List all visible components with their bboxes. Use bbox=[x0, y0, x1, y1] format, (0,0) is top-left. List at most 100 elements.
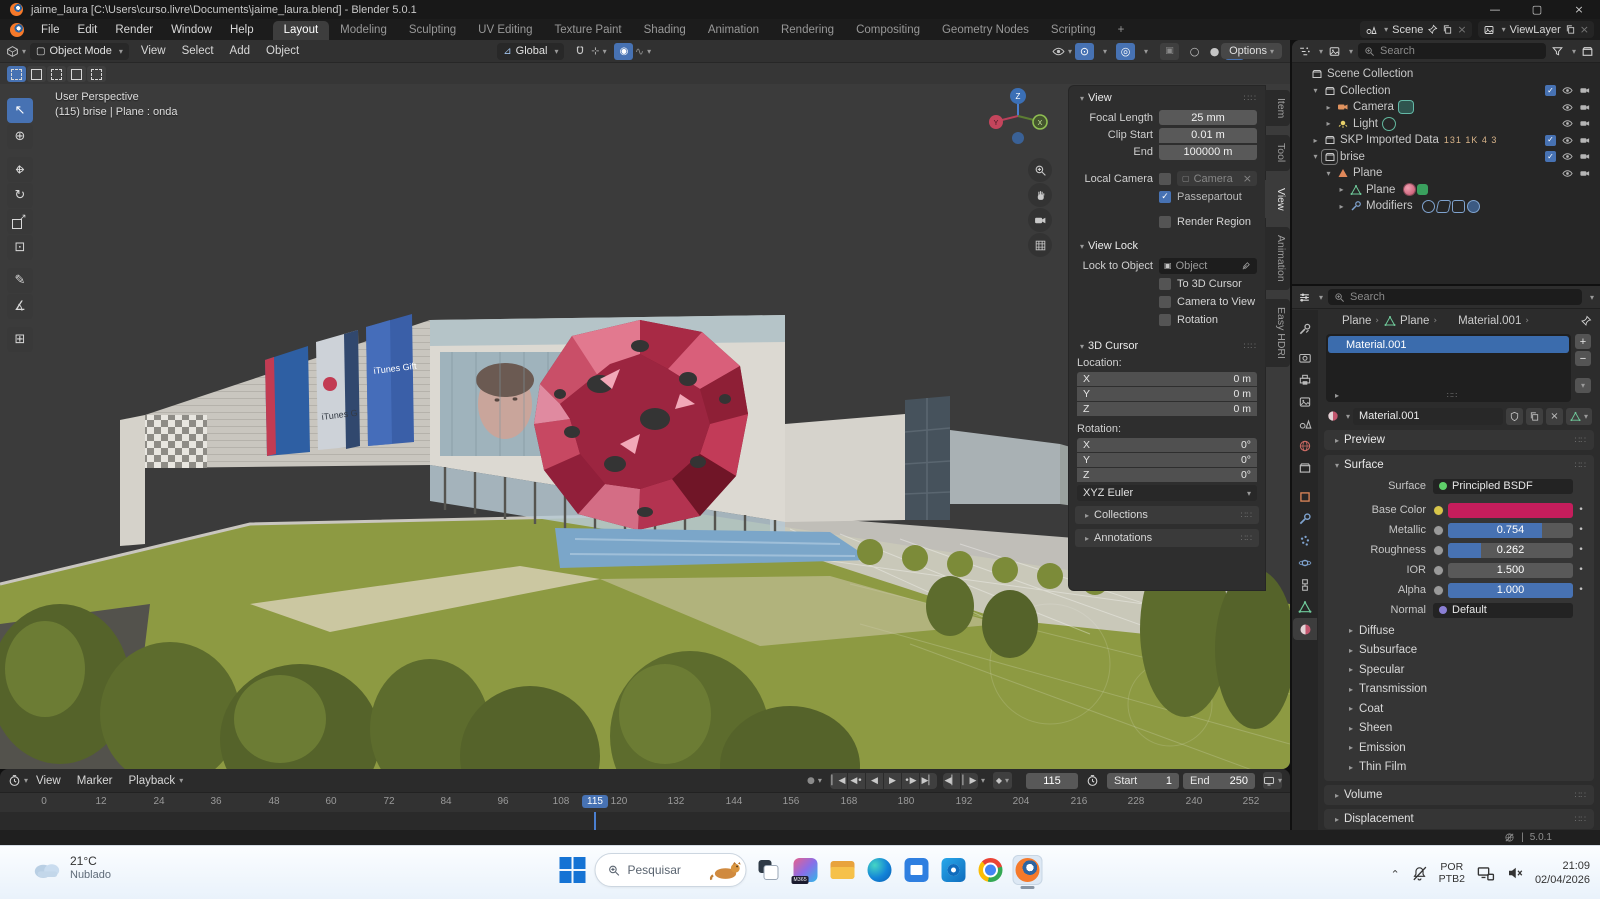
proportional-editing-toggle[interactable]: ◉ bbox=[614, 43, 633, 60]
normal-field[interactable]: Default bbox=[1433, 603, 1573, 618]
subsection-row[interactable]: ▸Specular bbox=[1324, 660, 1594, 680]
clip-end-field[interactable]: 100000 m bbox=[1159, 145, 1257, 160]
play-button[interactable]: ▶ bbox=[884, 773, 901, 789]
workspace-tab[interactable]: UV Editing bbox=[467, 21, 543, 40]
npanel-tab[interactable]: Item bbox=[1265, 90, 1290, 126]
timeline-menu[interactable]: Playback bbox=[121, 775, 184, 787]
outliner-row[interactable]: ▾ Collection ✓ bbox=[1292, 83, 1600, 100]
cursor-panel-title[interactable]: 3D Cursor bbox=[1088, 340, 1138, 352]
object-visibility-button[interactable]: ▾ bbox=[1052, 43, 1072, 60]
animate-dot-icon[interactable]: • bbox=[1576, 545, 1586, 555]
scene-selector[interactable]: ▾ Scene × bbox=[1360, 21, 1471, 38]
expand-icon[interactable]: ▸ bbox=[1335, 185, 1348, 194]
timeline-editor-icon[interactable] bbox=[8, 774, 21, 787]
show-gizmo-button[interactable]: ⊙ bbox=[1075, 43, 1094, 60]
view-panel-title[interactable]: View bbox=[1088, 92, 1112, 104]
chip-icon[interactable] bbox=[1452, 200, 1465, 213]
lock-option-checkbox[interactable]: ✓ bbox=[1159, 314, 1171, 326]
gizmo-dropdown[interactable]: ▾ bbox=[1094, 43, 1113, 60]
copilot-365-button[interactable]: M365 bbox=[791, 855, 821, 885]
tab-view-layer[interactable] bbox=[1293, 391, 1317, 413]
current-frame-field[interactable]: 115 bbox=[1026, 773, 1078, 789]
editor-type-button[interactable]: ▾ bbox=[6, 43, 26, 60]
tool-move[interactable]: ↔↔ bbox=[7, 157, 33, 182]
hide-eye-icon[interactable] bbox=[1560, 118, 1574, 130]
tab-particles[interactable] bbox=[1293, 530, 1317, 552]
tab-render[interactable] bbox=[1293, 347, 1317, 369]
taskbar-search[interactable]: Pesquisar bbox=[595, 853, 747, 887]
chip-icon[interactable] bbox=[1417, 184, 1428, 195]
slot-expand-icon[interactable]: ▸ bbox=[1335, 391, 1339, 400]
render-visibility-icon[interactable] bbox=[1578, 101, 1592, 113]
outliner-row[interactable]: ▸ Modifiers ✓ bbox=[1292, 198, 1600, 215]
options-dropdown-icon[interactable]: ▾ bbox=[1590, 293, 1594, 302]
play-reverse-button[interactable]: ◀ bbox=[866, 773, 883, 789]
workspace-tab[interactable]: Animation bbox=[697, 21, 770, 40]
close-button[interactable]: × bbox=[1558, 3, 1600, 16]
local-camera-field[interactable]: ▢ Camera × bbox=[1177, 171, 1257, 186]
render-visibility-icon[interactable] bbox=[1578, 167, 1592, 179]
cursor-rotation-field[interactable]: X0° bbox=[1077, 438, 1257, 452]
weather-widget[interactable]: 21°C Nublado bbox=[32, 854, 111, 882]
stopwatch-icon[interactable] bbox=[1086, 774, 1099, 787]
surface-shader-field[interactable]: Principled BSDF bbox=[1433, 479, 1573, 494]
outliner-search[interactable]: Search bbox=[1358, 43, 1546, 59]
topbar-menu[interactable]: Edit bbox=[69, 24, 107, 36]
workspace-tab[interactable]: Compositing bbox=[845, 21, 931, 40]
render-region-checkbox[interactable]: ✓ bbox=[1159, 216, 1171, 228]
outliner-row[interactable]: ▾ brise ✓ bbox=[1292, 149, 1600, 166]
render-visibility-icon[interactable] bbox=[1578, 134, 1592, 146]
collapse-icon[interactable]: ▾ bbox=[1080, 94, 1084, 103]
blender-taskbar-button[interactable] bbox=[1013, 855, 1043, 885]
npanel-tab[interactable]: Tool bbox=[1265, 135, 1290, 170]
show-overlays-button[interactable]: ◎ bbox=[1116, 43, 1135, 60]
end-frame-field[interactable]: End250 bbox=[1183, 773, 1255, 789]
shading-wireframe-button[interactable]: ○ bbox=[1185, 43, 1204, 60]
collapsed-panel[interactable]: ▸Annotations∷∷ bbox=[1075, 529, 1259, 547]
lock-option-checkbox[interactable]: ✓ bbox=[1159, 296, 1171, 308]
clear-icon[interactable]: × bbox=[1243, 172, 1252, 185]
next-keyframe-button[interactable]: •▶ bbox=[902, 773, 919, 789]
exclude-checkbox[interactable]: ✓ bbox=[1545, 151, 1556, 162]
npanel-tab[interactable]: Easy HDRI bbox=[1265, 299, 1290, 367]
value-slider[interactable]: 1.000 bbox=[1448, 583, 1573, 598]
animate-dot-icon[interactable]: • bbox=[1576, 565, 1586, 575]
next-frame-button[interactable]: ▏▶ bbox=[961, 773, 978, 789]
navigation-gizmo[interactable]: Z Y X bbox=[988, 86, 1048, 149]
clock-widget[interactable]: 21:09 02/04/2026 bbox=[1535, 859, 1590, 887]
outliner-row[interactable]: Scene Collection ✓ bbox=[1292, 66, 1600, 83]
hide-eye-icon[interactable] bbox=[1560, 85, 1574, 97]
tab-scene[interactable] bbox=[1293, 413, 1317, 435]
options-button[interactable]: Options▾ bbox=[1221, 43, 1282, 59]
timeline-menu[interactable]: Marker bbox=[69, 775, 121, 787]
tab-modifiers[interactable] bbox=[1293, 508, 1317, 530]
surface-panel-header[interactable]: ▾Surface∷∷ bbox=[1324, 455, 1594, 475]
outliner-row[interactable]: ▸ Camera ✓ bbox=[1292, 99, 1600, 116]
topbar-menu[interactable]: Window bbox=[162, 24, 221, 36]
collapse-icon[interactable]: ▾ bbox=[1080, 342, 1084, 351]
select-mode-tweak[interactable] bbox=[7, 66, 26, 82]
playback-sync-dropdown[interactable]: ▾ bbox=[981, 776, 985, 785]
pin-icon[interactable] bbox=[1580, 315, 1592, 327]
tab-world[interactable] bbox=[1293, 435, 1317, 457]
subsection-row[interactable]: ▸Thin Film bbox=[1324, 758, 1594, 778]
jump-to-end-button[interactable]: ▶▏ bbox=[920, 773, 937, 789]
language-indicator[interactable]: PORPTB2 bbox=[1439, 861, 1465, 885]
subsection-row[interactable]: ▸Coat bbox=[1324, 699, 1594, 719]
cursor-location-field[interactable]: X0 m bbox=[1077, 372, 1257, 386]
local-camera-checkbox[interactable]: ✓ bbox=[1159, 173, 1171, 185]
topbar-menu[interactable]: Render bbox=[106, 24, 162, 36]
data-badge-icon[interactable] bbox=[1383, 118, 1395, 130]
link-target-dropdown[interactable]: ▾ bbox=[1566, 408, 1592, 425]
workspace-tab[interactable]: + bbox=[1107, 21, 1136, 40]
pan-hand-icon[interactable] bbox=[1028, 183, 1052, 207]
chip-icon[interactable] bbox=[1467, 200, 1480, 213]
topbar-menu[interactable]: File bbox=[32, 24, 69, 36]
ortho-grid-icon[interactable] bbox=[1028, 233, 1052, 257]
base-color-swatch[interactable] bbox=[1448, 503, 1573, 518]
jump-to-start-button[interactable]: ▏◀ bbox=[830, 773, 847, 789]
value-slider[interactable]: 0.262 bbox=[1448, 543, 1573, 558]
cursor-location-field[interactable]: Z0 m bbox=[1077, 402, 1257, 416]
chip-icon[interactable] bbox=[1435, 200, 1451, 213]
chrome-button[interactable] bbox=[976, 855, 1006, 885]
